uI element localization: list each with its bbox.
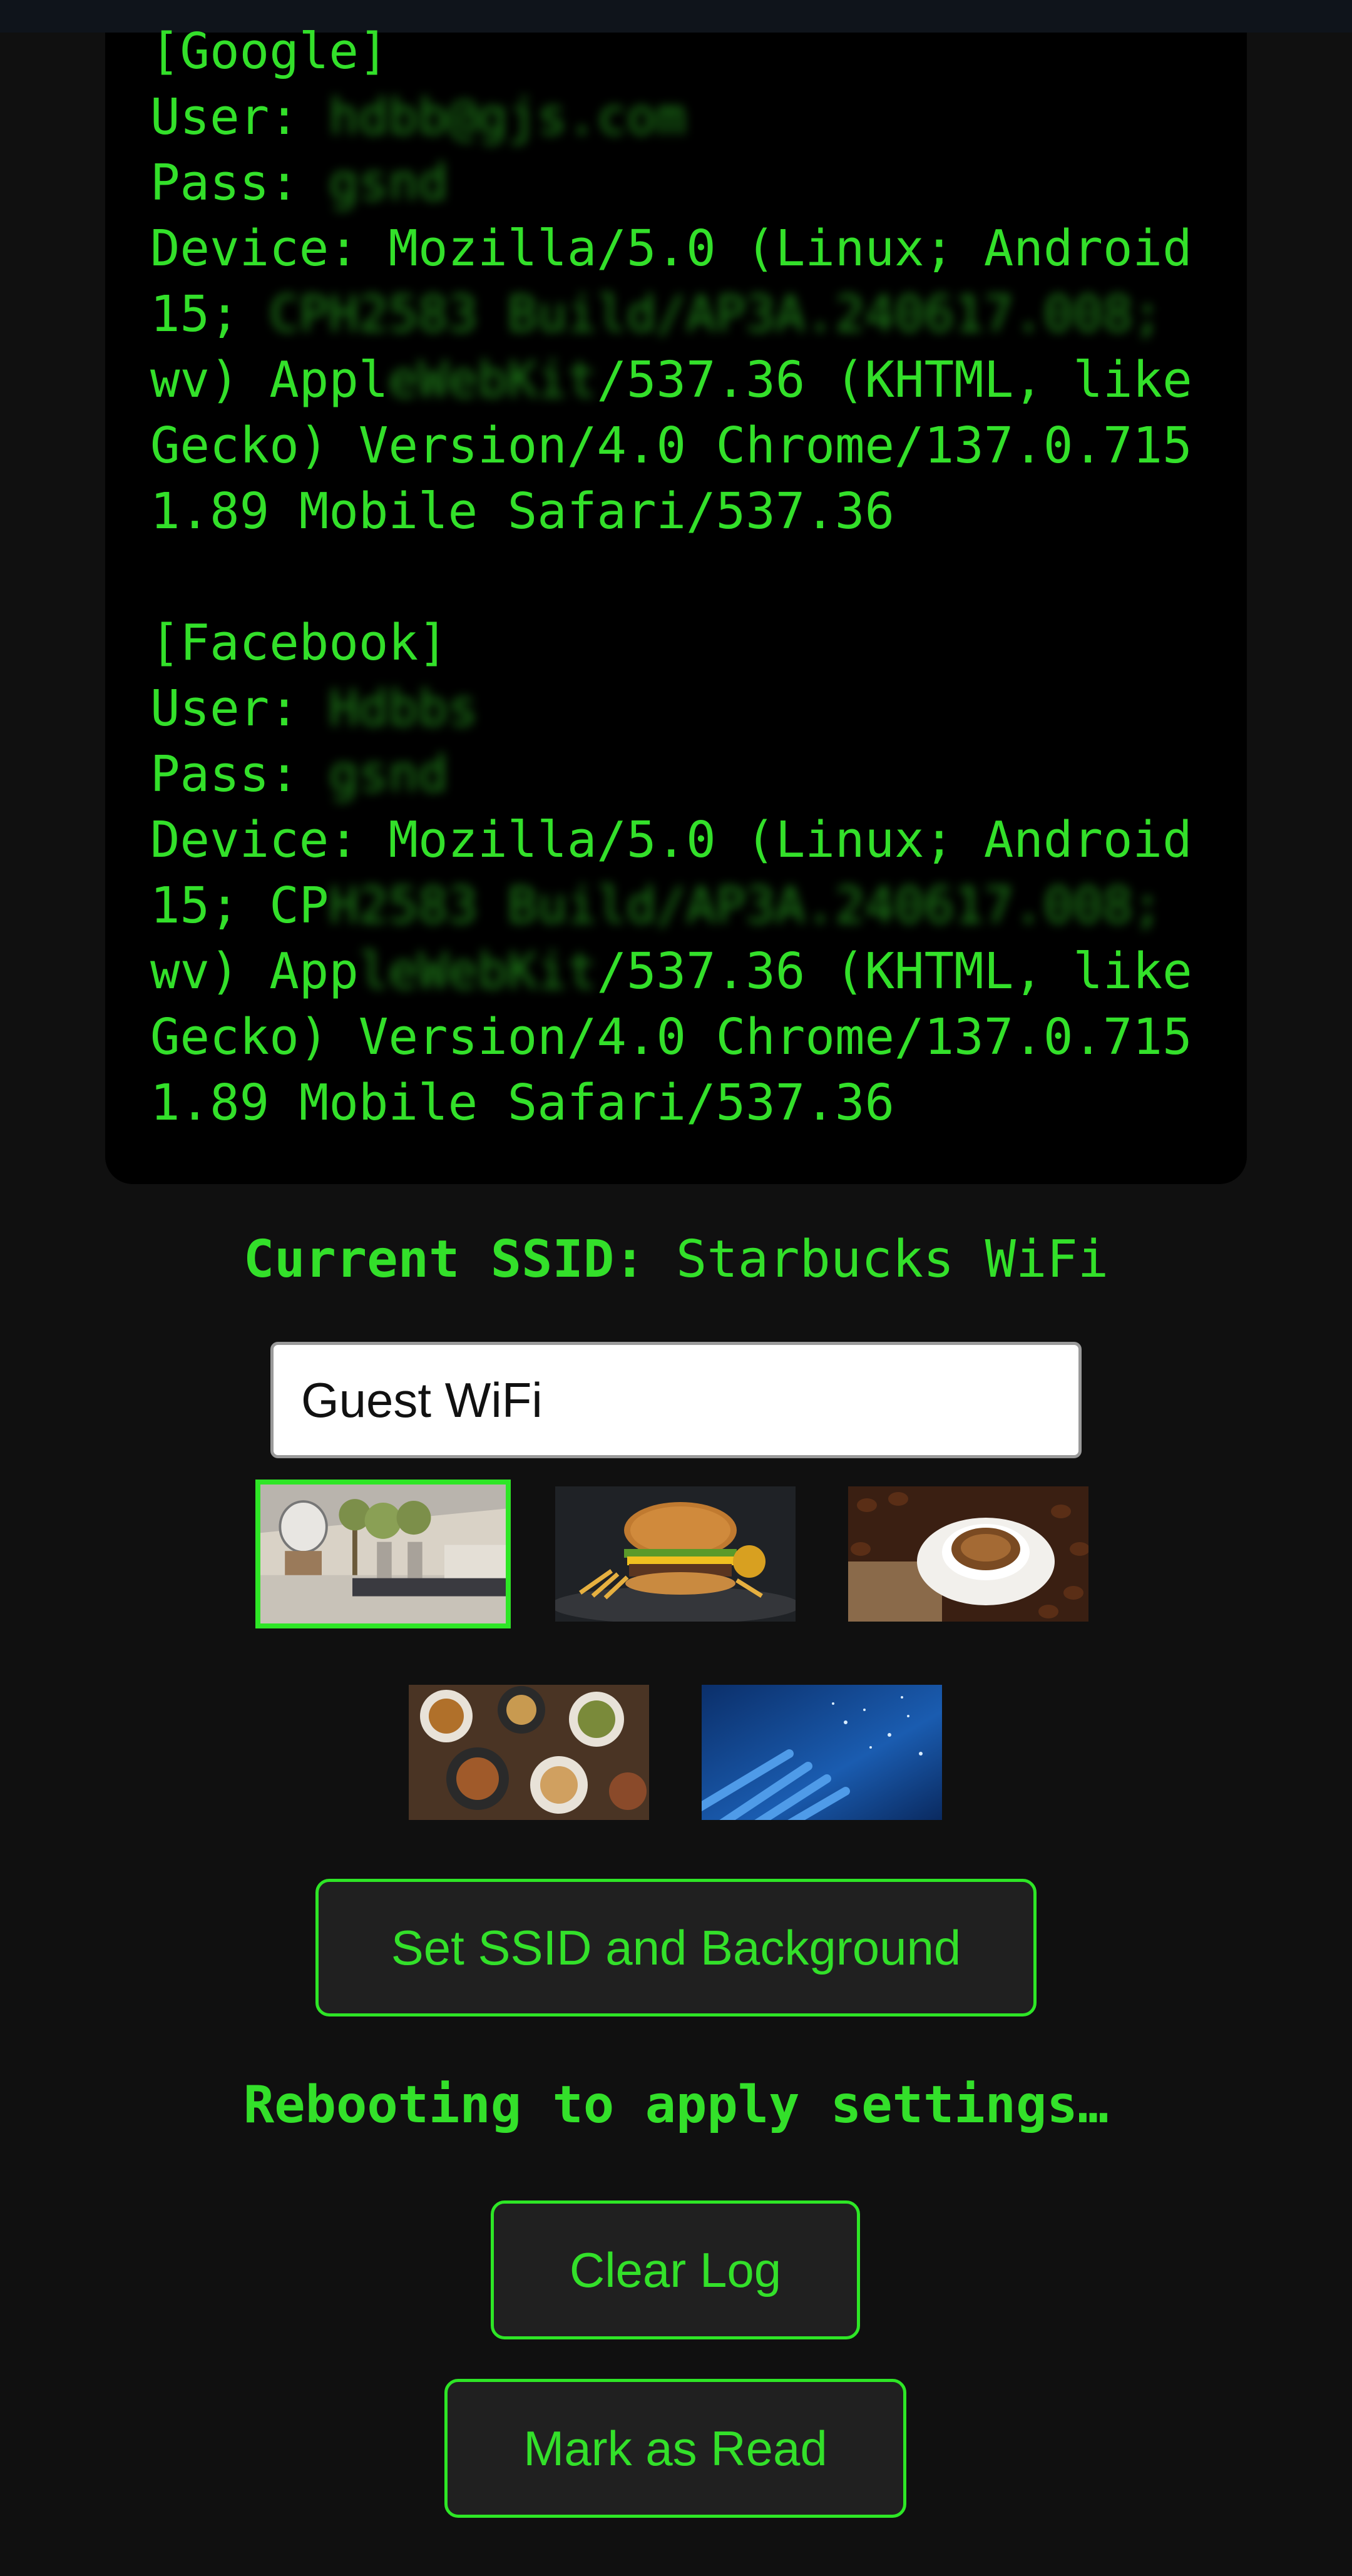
ssid-input[interactable] (270, 1342, 1082, 1458)
captured-log-panel: [Google] User: hdbb@gjs.com Pass: gsnd D… (105, 23, 1247, 1184)
background-thumb-lounge[interactable] (255, 1480, 511, 1628)
burger-image (555, 1486, 796, 1622)
background-thumb-coffee[interactable] (848, 1486, 1088, 1622)
set-ssid-button[interactable]: Set SSID and Background (315, 1879, 1037, 2016)
current-ssid-label: Current SSID: (243, 1230, 645, 1289)
log-google-header: [Google] (150, 23, 389, 80)
background-thumb-burger[interactable] (555, 1486, 796, 1622)
background-thumb-dinner-table[interactable] (409, 1685, 649, 1820)
background-thumb-network-cables[interactable] (702, 1685, 942, 1820)
current-ssid: Current SSID: Starbucks WiFi (0, 1230, 1352, 1289)
log-google-pass: gsnd (329, 154, 448, 212)
mark-as-read-button[interactable]: Mark as Read (444, 2379, 906, 2518)
dinner-table-image (409, 1685, 649, 1820)
lounge-image (260, 1485, 506, 1623)
status-message: Rebooting to apply settings… (243, 2075, 1109, 2135)
log-text: [Google] User: hdbb@gjs.com Pass: gsnd D… (150, 23, 1192, 1132)
coffee-image (848, 1486, 1088, 1622)
log-facebook-pass: gsnd (329, 745, 448, 803)
clear-log-button[interactable]: Clear Log (491, 2200, 860, 2339)
network-cables-image (702, 1685, 942, 1820)
log-facebook-header: [Facebook] (150, 614, 448, 672)
log-facebook-user: Hdbbs (329, 680, 478, 737)
current-ssid-value: Starbucks WiFi (676, 1230, 1109, 1289)
log-google-user: hdbb@gjs.com (329, 88, 687, 146)
